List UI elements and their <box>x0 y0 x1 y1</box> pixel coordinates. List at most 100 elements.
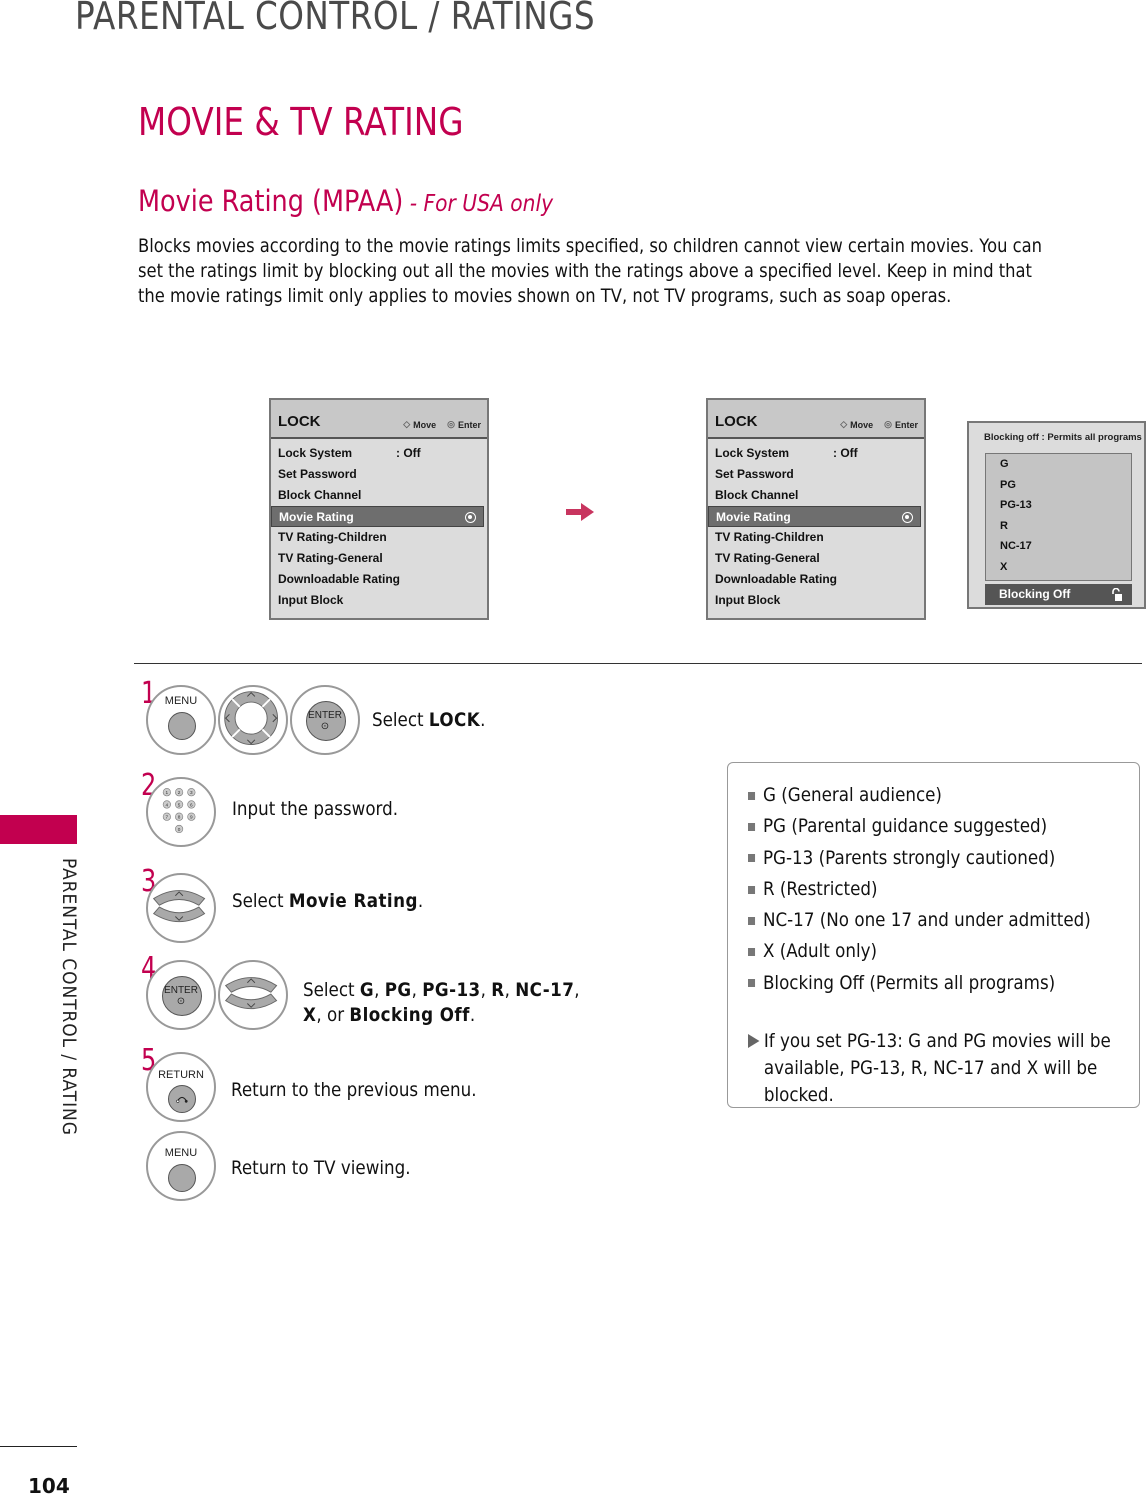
menu-item-label: Set Password <box>278 467 357 481</box>
movie-rating-submenu: Blocking off : Permits all programs G PG… <box>967 421 1146 609</box>
rating-option-pg[interactable]: PG <box>986 475 1131 496</box>
menu-item-label: Input Block <box>715 593 781 607</box>
selected-radio-icon <box>902 512 913 523</box>
enter-button-label: ENTER <box>164 985 198 996</box>
enter-dot-icon: ⊙ <box>320 721 330 732</box>
menu-item-tv-rating-general[interactable]: TV Rating-General <box>708 548 924 569</box>
menu-item-label: Downloadable Rating <box>715 572 838 586</box>
return-button[interactable]: RETURN <box>146 1052 216 1122</box>
menu-item-tv-rating-children[interactable]: TV Rating-Children <box>708 527 924 548</box>
osd-hints: ◇ Move ◎ Enter <box>840 419 918 430</box>
menu-item-downloadable-rating[interactable]: Downloadable Rating <box>708 569 924 590</box>
up-down-arrows-icon <box>224 977 278 1010</box>
osd-menu-list: Lock System: Off Set Password Block Chan… <box>271 443 487 611</box>
number-keypad[interactable]: 1 2 3 4 5 6 7 8 9 0 <box>146 777 216 847</box>
hint-move-label: Move <box>413 419 437 430</box>
enter-button[interactable]: ENTER ⊙ <box>146 960 216 1030</box>
footer-rule <box>0 1446 77 1447</box>
menu-item-tv-rating-children[interactable]: TV Rating-Children <box>271 527 487 548</box>
bullet-square-icon <box>748 916 756 925</box>
rating-option-r[interactable]: R <box>986 516 1131 537</box>
submenu-title: Blocking off : Permits all programs <box>984 432 1142 443</box>
blocking-off-label: Blocking Off <box>999 587 1071 601</box>
section-heading: MOVIE & TV RATING <box>138 100 464 144</box>
key-8: 8 <box>178 815 181 820</box>
up-down-buttons[interactable] <box>218 960 288 1030</box>
step-1-instruction: Select LOCK. <box>372 708 485 733</box>
instruction-text: Select <box>303 979 360 1001</box>
menu-item-movie-rating[interactable]: Movie Rating <box>271 506 484 527</box>
return-button-label: RETURN <box>158 1069 204 1081</box>
menu-item-downloadable-rating[interactable]: Downloadable Rating <box>271 569 487 590</box>
menu-item-label: TV Rating-General <box>278 551 383 565</box>
keypad-icon: 1 2 3 4 5 6 7 8 9 0 <box>162 788 196 834</box>
menu-item-label: Downloadable Rating <box>278 572 401 586</box>
triangle-bullet-icon <box>748 1034 760 1048</box>
key-4: 4 <box>166 802 169 807</box>
up-down-buttons[interactable] <box>146 873 216 943</box>
rating-option-g[interactable]: G <box>986 454 1131 475</box>
dpad-icon: ◇ <box>403 419 411 429</box>
up-down-arrows-icon <box>152 890 206 923</box>
key-6: 6 <box>190 802 193 807</box>
menu-item-block-channel[interactable]: Block Channel <box>708 485 924 506</box>
menu-item-set-password[interactable]: Set Password <box>271 464 487 485</box>
intro-line: the movie ratings limit only applies to … <box>138 285 952 307</box>
navigation-pad[interactable] <box>218 685 288 755</box>
key-5: 5 <box>178 802 181 807</box>
legend-item: PG-13 (Parents strongly cautioned) <box>748 843 1091 874</box>
menu-button[interactable]: MENU <box>146 685 216 755</box>
instruction-text: . <box>417 890 424 912</box>
instruction-keyword: PG <box>384 979 412 1001</box>
enter-button[interactable]: ENTER ⊙ <box>290 685 360 755</box>
osd-header: LOCK ◇ Move ◎ Enter <box>708 400 924 439</box>
page-number: 104 <box>28 1474 70 1497</box>
bullet-square-icon <box>748 822 756 831</box>
key-2: 2 <box>178 790 181 795</box>
section-tab-marker <box>0 815 77 844</box>
osd-lock-menu-after: LOCK ◇ Move ◎ Enter Lock System: Off Set… <box>706 398 926 620</box>
instruction-keyword: Movie Rating <box>288 890 418 912</box>
menu-button-label: MENU <box>164 695 198 707</box>
legend-text: PG (Parental guidance suggested) <box>762 815 1048 838</box>
menu-item-input-block[interactable]: Input Block <box>271 590 487 611</box>
return-arrow-icon <box>176 1096 188 1103</box>
instruction-keyword: LOCK <box>428 709 481 731</box>
bullet-square-icon <box>748 979 756 988</box>
side-section-label: PARENTAL CONTROL / RATING <box>58 858 80 1136</box>
unlock-icon <box>1112 588 1122 601</box>
intro-line: set the ratings limit by blocking out al… <box>138 260 1032 282</box>
intro-paragraph: Blocks movies according to the movie rat… <box>138 234 1138 309</box>
section-divider <box>134 663 1142 664</box>
legend-item: PG (Parental guidance suggested) <box>748 811 1091 842</box>
rating-option-blocking-off[interactable]: Blocking Off <box>985 584 1132 605</box>
legend-item: Blocking Off (Permits all programs) <box>748 968 1091 999</box>
menu-item-lock-system[interactable]: Lock System: Off <box>708 443 924 464</box>
bullet-square-icon <box>748 854 756 863</box>
instruction-keyword: X <box>303 1004 317 1026</box>
legend-item: NC-17 (No one 17 and under admitted) <box>748 905 1091 936</box>
menu-item-lock-system[interactable]: Lock System: Off <box>271 443 487 464</box>
ratings-info-box: G (General audience) PG (Parental guidan… <box>727 762 1140 1108</box>
enter-button-label: ENTER <box>308 710 342 721</box>
legend-text: G (General audience) <box>762 784 942 806</box>
menu-item-tv-rating-general[interactable]: TV Rating-General <box>271 548 487 569</box>
enter-dot-icon: ⊙ <box>176 996 186 1007</box>
instruction-keyword: R <box>491 979 505 1001</box>
menu-item-input-block[interactable]: Input Block <box>708 590 924 611</box>
rating-option-x[interactable]: X <box>986 557 1131 578</box>
instruction-keyword: Blocking Off <box>349 1004 470 1026</box>
rating-option-nc-17[interactable]: NC-17 <box>986 536 1131 557</box>
osd-hints: ◇ Move ◎ Enter <box>403 419 481 430</box>
hint-enter-label: Enter <box>457 419 481 430</box>
menu-item-label: TV Rating-Children <box>278 530 387 544</box>
menu-item-set-password[interactable]: Set Password <box>708 464 924 485</box>
menu-item-movie-rating[interactable]: Movie Rating <box>708 506 921 527</box>
menu-item-block-channel[interactable]: Block Channel <box>271 485 487 506</box>
subsection-heading-main: Movie Rating (MPAA) <box>138 184 404 218</box>
menu-item-label: Set Password <box>715 467 794 481</box>
menu-item-label: TV Rating-Children <box>715 530 824 544</box>
bullet-square-icon <box>748 885 756 894</box>
rating-option-pg-13[interactable]: PG-13 <box>986 495 1131 516</box>
menu-button[interactable]: MENU <box>146 1131 216 1201</box>
